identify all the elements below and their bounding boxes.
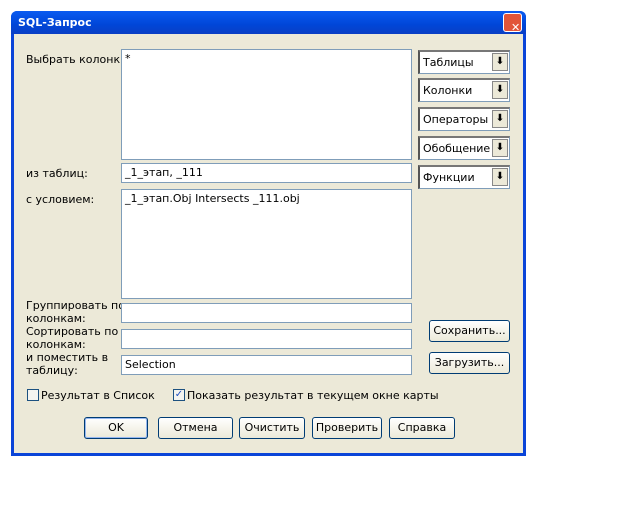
- dialog-title: SQL-Запрос: [18, 16, 92, 29]
- help-button[interactable]: Справка: [389, 417, 455, 439]
- dropdown-label: Обобщение: [423, 142, 491, 155]
- select-columns-label: Выбрать колонки:: [26, 53, 131, 66]
- columns-dropdown[interactable]: Колонки ⬇: [418, 78, 510, 102]
- aggregates-dropdown[interactable]: Обобщение ⬇: [418, 136, 510, 160]
- dropdown-label: Функции: [423, 171, 475, 184]
- dropdown-label: Таблицы: [423, 56, 474, 69]
- show-in-map-label: Показать результат в текущем окне карты: [187, 389, 439, 402]
- sql-query-dialog: SQL-Запрос ✕ Выбрать колонки: * Таблицы ⬇…: [11, 11, 526, 456]
- group-by-label-2: колонкам:: [26, 312, 86, 325]
- ok-button[interactable]: OK: [84, 417, 148, 439]
- dropdown-arrow-icon[interactable]: ⬇: [492, 168, 508, 186]
- operators-dropdown[interactable]: Операторы ⬇: [418, 107, 510, 131]
- dropdown-label: Колонки: [423, 84, 473, 97]
- from-tables-label: из таблиц:: [26, 167, 88, 180]
- functions-dropdown[interactable]: Функции ⬇: [418, 165, 510, 189]
- where-textarea[interactable]: _1_этап.Obj Intersects _111.obj: [121, 189, 412, 299]
- dropdown-arrow-icon[interactable]: ⬇: [492, 139, 508, 157]
- result-to-list-checkbox[interactable]: [27, 389, 39, 401]
- show-in-map-checkbox[interactable]: ✓: [173, 389, 185, 401]
- title-bar[interactable]: SQL-Запрос ✕: [11, 11, 526, 34]
- clear-button[interactable]: Очистить: [239, 417, 305, 439]
- cancel-button[interactable]: Отмена: [158, 417, 233, 439]
- dropdown-arrow-icon[interactable]: ⬇: [492, 110, 508, 128]
- where-label: с условием:: [26, 193, 95, 206]
- select-columns-textarea[interactable]: *: [121, 49, 412, 160]
- check-icon: ✓: [174, 389, 184, 400]
- from-tables-input[interactable]: _1_этап, _111: [121, 163, 412, 183]
- group-by-label: Группировать по: [26, 299, 125, 312]
- dropdown-arrow-icon[interactable]: ⬇: [492, 53, 508, 71]
- save-button[interactable]: Сохранить...: [429, 320, 510, 342]
- close-button[interactable]: ✕: [503, 13, 522, 34]
- order-by-label: Сортировать по: [26, 325, 119, 338]
- order-by-label-2: колонкам:: [26, 338, 86, 351]
- verify-button[interactable]: Проверить: [312, 417, 382, 439]
- group-by-input[interactable]: [121, 303, 412, 323]
- dialog-body: Выбрать колонки: * Таблицы ⬇ Колонки ⬇ Опе…: [14, 34, 523, 453]
- tables-dropdown[interactable]: Таблицы ⬇: [418, 50, 510, 74]
- into-table-label-2: таблицу:: [26, 364, 78, 377]
- order-by-input[interactable]: [121, 329, 412, 349]
- result-to-list-label: Результат в Список: [41, 389, 155, 402]
- dropdown-label: Операторы: [423, 113, 489, 126]
- into-table-label: и поместить в: [26, 351, 109, 364]
- load-button[interactable]: Загрузить...: [429, 352, 510, 374]
- dropdown-arrow-icon[interactable]: ⬇: [492, 81, 508, 99]
- into-table-input[interactable]: Selection: [121, 355, 412, 375]
